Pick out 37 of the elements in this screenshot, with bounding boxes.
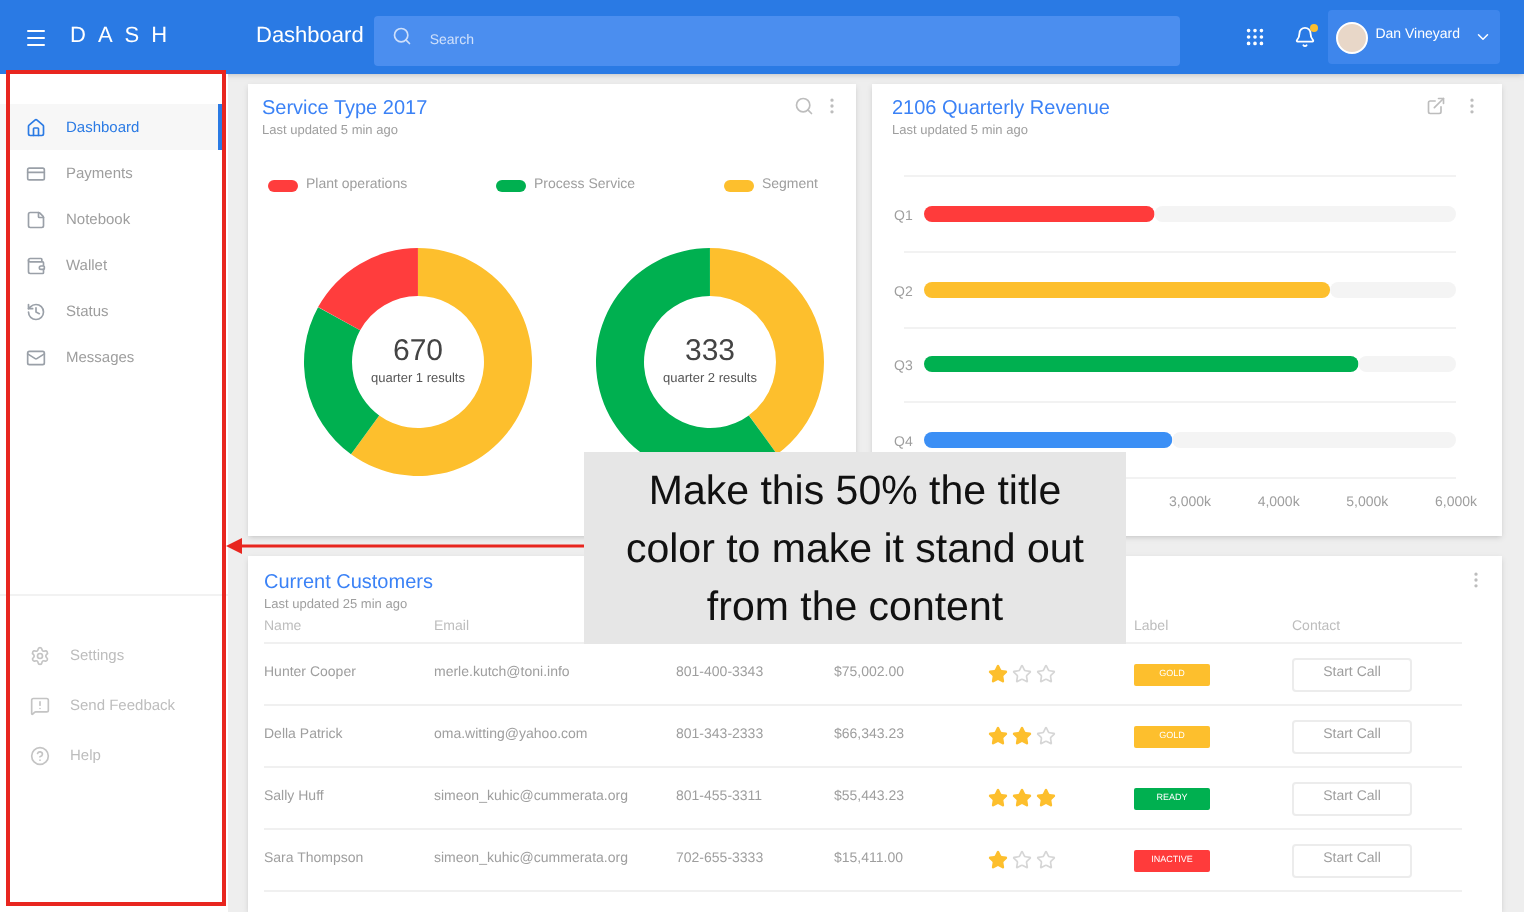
mail-icon (26, 347, 46, 367)
avatar (1335, 21, 1368, 53)
star-icon (988, 664, 1008, 684)
star-icon (988, 726, 1008, 746)
star-icon (1036, 788, 1056, 808)
card-title: 2106 Quarterly Revenue (892, 96, 1110, 122)
feedback-icon (30, 695, 50, 715)
search-icon (391, 26, 412, 46)
star-icon (1012, 788, 1032, 808)
page-title: Dashboard (256, 22, 364, 53)
chevron-down-icon (1474, 28, 1492, 46)
annotation-callout: Make this 50% the title color to make it stand out from the content (584, 452, 1126, 644)
search-icon[interactable] (794, 96, 814, 116)
settings-icon (30, 645, 50, 665)
star-icon (1036, 664, 1056, 684)
star-icon (1036, 726, 1056, 746)
star-icon (1012, 850, 1032, 870)
wallet-icon (26, 255, 46, 275)
card-title: Current Customers (264, 570, 433, 596)
donut-value: 333 (684, 334, 736, 370)
star-icon (988, 788, 1008, 808)
help-icon (30, 745, 50, 765)
menu-icon[interactable] (24, 25, 48, 49)
card-title: Service Type 2017 (262, 96, 428, 122)
donut-value: 670 (392, 334, 444, 370)
star-icon (1036, 850, 1056, 870)
open-external-icon[interactable] (1426, 96, 1446, 116)
home-icon (26, 117, 46, 137)
brand-logo: DASH (70, 22, 182, 53)
apps-icon[interactable] (1243, 26, 1266, 48)
note-icon (26, 209, 46, 229)
history-icon (26, 301, 46, 321)
star-icon (1012, 726, 1032, 746)
star-icon (988, 850, 1008, 870)
bell-icon[interactable] (1293, 26, 1316, 48)
star-icon (1012, 664, 1032, 684)
card-icon (26, 163, 46, 183)
